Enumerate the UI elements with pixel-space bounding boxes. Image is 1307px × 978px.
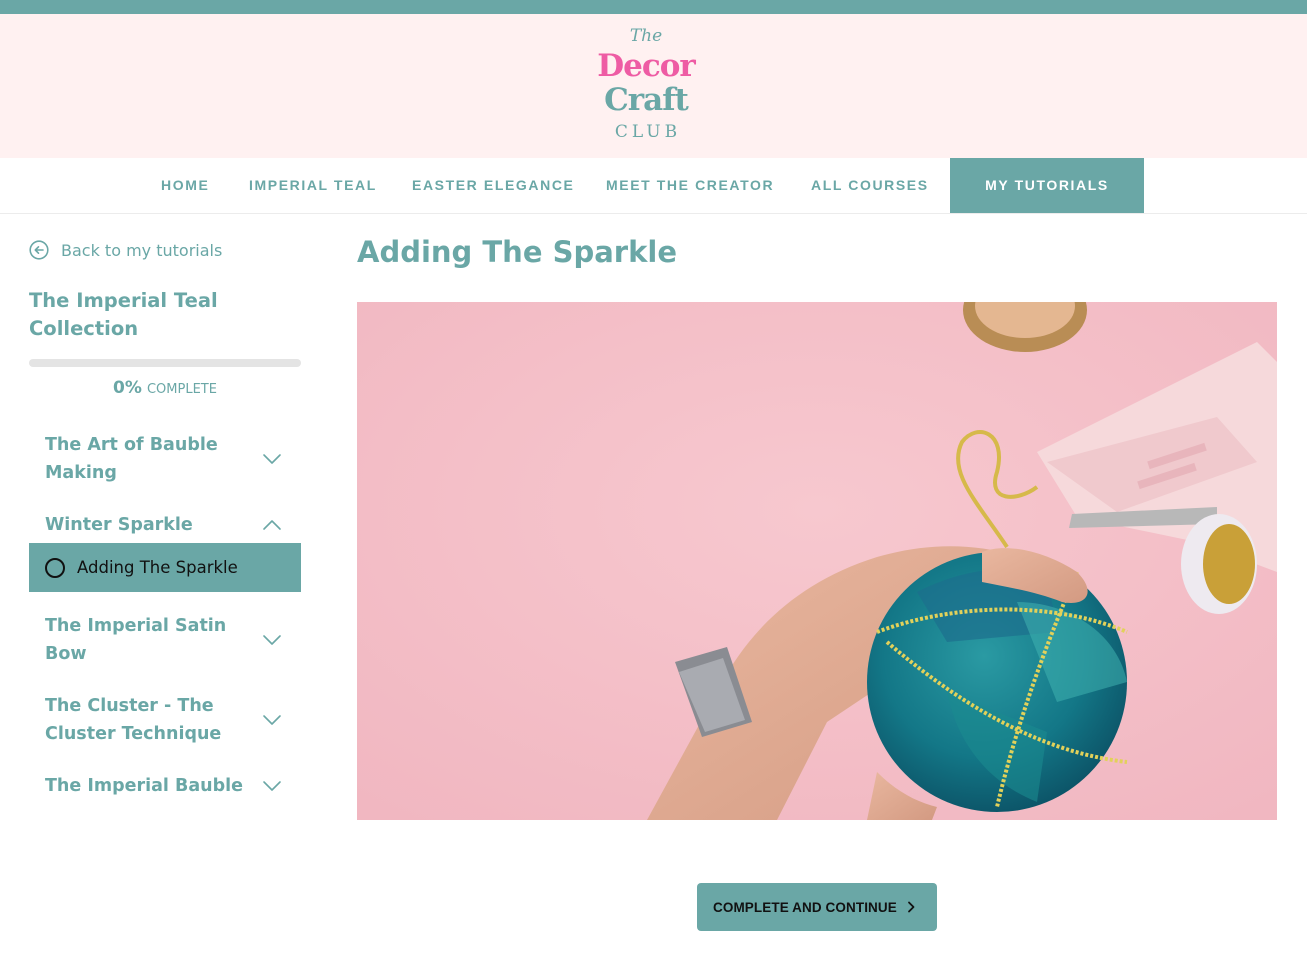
chevron-down-icon — [263, 781, 281, 791]
lesson-item-adding-the-sparkle[interactable]: Adding The Sparkle — [29, 543, 301, 592]
site-header: The Decor Craft CLUB — [0, 14, 1307, 158]
nav-easter-elegance[interactable]: EASTER ELEGANCE — [412, 158, 574, 213]
lesson-label: Adding The Sparkle — [77, 558, 238, 577]
nav-home[interactable]: HOME — [161, 158, 209, 213]
section-title: The Cluster - The Cluster Technique — [45, 696, 222, 744]
section-art-of-bauble-making[interactable]: The Art of Bauble Making — [29, 431, 301, 487]
lesson-video-player[interactable] — [357, 302, 1277, 820]
logo-the: The — [629, 26, 663, 46]
nav-my-tutorials[interactable]: MY TUTORIALS — [950, 158, 1144, 213]
progress-percent: 0% — [113, 378, 142, 398]
cta-label: COMPLETE AND CONTINUE — [713, 899, 897, 915]
section-winter-sparkle[interactable]: Winter Sparkle — [29, 511, 301, 539]
section-title: The Imperial Satin Bow — [45, 616, 227, 664]
complete-and-continue-button[interactable]: COMPLETE AND CONTINUE — [697, 883, 937, 931]
course-title: The Imperial Teal Collection — [29, 289, 218, 340]
section-imperial-bauble[interactable]: The Imperial Bauble — [29, 772, 301, 800]
site-logo[interactable]: The Decor Craft CLUB — [590, 26, 702, 146]
chevron-up-icon — [263, 520, 281, 530]
section-title: Winter Sparkle — [45, 515, 193, 535]
main-nav: HOME IMPERIAL TEAL EASTER ELEGANCE MEET … — [0, 158, 1307, 214]
chevron-down-icon — [263, 635, 281, 645]
progress-bar — [29, 359, 301, 367]
nav-imperial-teal[interactable]: IMPERIAL TEAL — [249, 158, 377, 213]
section-cluster-technique[interactable]: The Cluster - The Cluster Technique — [29, 692, 301, 748]
nav-all-courses[interactable]: ALL COURSES — [811, 158, 929, 213]
chevron-down-icon — [263, 454, 281, 464]
logo-decor: Decor — [597, 48, 696, 84]
video-frame-image — [357, 302, 1277, 820]
arrow-left-circle-icon — [29, 240, 49, 260]
logo-club: CLUB — [614, 122, 682, 142]
chevron-right-icon — [907, 901, 915, 913]
incomplete-circle-icon — [45, 558, 65, 578]
chevron-down-icon — [263, 715, 281, 725]
nav-meet-the-creator[interactable]: MEET THE CREATOR — [606, 158, 774, 213]
section-title: The Imperial Bauble — [45, 776, 244, 796]
lesson-title: Adding The Sparkle — [357, 235, 678, 269]
back-link-label: Back to my tutorials — [61, 240, 223, 260]
progress-summary: 0% COMPLETE — [29, 378, 301, 398]
section-imperial-satin-bow[interactable]: The Imperial Satin Bow — [29, 612, 301, 668]
back-to-tutorials-link[interactable]: Back to my tutorials — [29, 238, 222, 262]
top-accent-bar — [0, 0, 1307, 14]
section-title: The Art of Bauble Making — [45, 435, 218, 483]
progress-complete-label: COMPLETE — [146, 382, 217, 397]
logo-craft: Craft — [604, 82, 689, 118]
